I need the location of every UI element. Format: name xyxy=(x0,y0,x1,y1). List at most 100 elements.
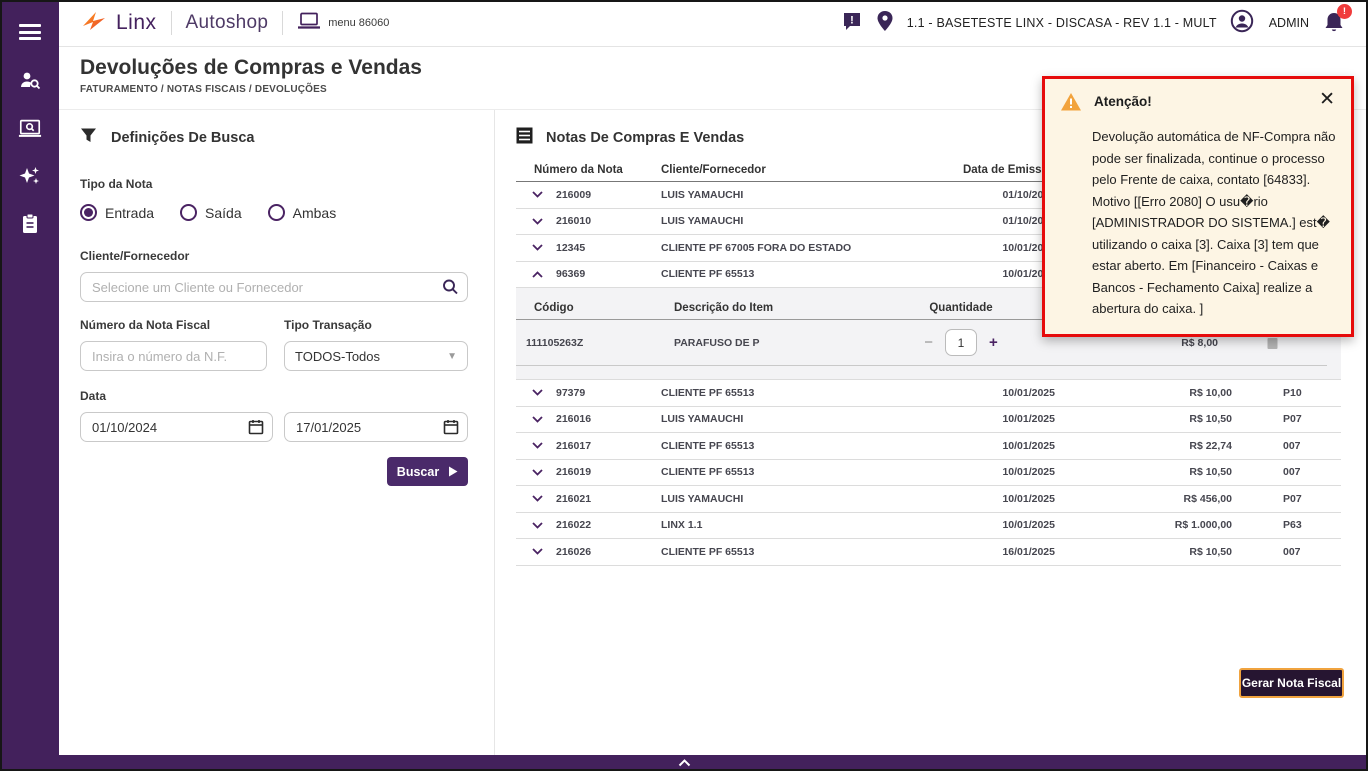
laptop-icon xyxy=(297,11,321,36)
numero-nf-input[interactable] xyxy=(80,341,267,371)
item-codigo: 111105263Z xyxy=(526,336,584,349)
nota-valor: R$ 10,50 xyxy=(1189,545,1232,558)
nota-valor: R$ 10,50 xyxy=(1189,413,1232,426)
sparkles-icon[interactable] xyxy=(18,164,42,188)
chat-alert-icon[interactable]: ! xyxy=(841,10,863,37)
nota-data-emissao: 10/01/2025 xyxy=(1002,492,1055,505)
play-icon xyxy=(449,466,458,477)
nota-serie: P07 xyxy=(1283,492,1302,505)
chevron-down-icon[interactable] xyxy=(532,495,543,503)
tipo-transacao-select[interactable]: TODOS-Todos ▼ xyxy=(284,341,468,371)
header-data-emissao: Data de Emissão xyxy=(962,164,1055,176)
panel-divider xyxy=(494,110,495,755)
chevron-down-icon[interactable] xyxy=(532,442,543,450)
list-icon xyxy=(516,127,533,149)
nota-data-emissao: 10/01/2025 xyxy=(1002,466,1055,479)
bottom-bar[interactable] xyxy=(0,755,1368,771)
radio-saida-circle[interactable] xyxy=(180,204,198,221)
nota-numero: 216022 xyxy=(556,519,592,532)
nota-numero: 216009 xyxy=(556,188,592,201)
nota-data-emissao: 10/01/2025 xyxy=(1002,413,1055,426)
chevron-down-icon[interactable] xyxy=(532,191,543,199)
warning-alert: Atenção! ✕ Devolução automática de NF-Co… xyxy=(1042,76,1354,337)
chevron-down-icon[interactable] xyxy=(532,218,543,225)
nota-numero: 216016 xyxy=(556,413,592,426)
table-row[interactable]: 97379 CLIENTE PF 65513 10/01/2025 R$ 10,… xyxy=(516,380,1341,407)
nota-data-emissao: 10/01/2025 xyxy=(1002,268,1055,281)
table-row[interactable]: 216017 CLIENTE PF 65513 10/01/2025 R$ 22… xyxy=(516,433,1341,460)
nota-valor: R$ 1.000,00 xyxy=(1174,519,1232,532)
calendar-icon[interactable] xyxy=(443,419,459,435)
chevron-down-icon[interactable] xyxy=(532,548,543,556)
filter-funnel-icon xyxy=(80,127,97,149)
nota-data-emissao: 01/10/2024 xyxy=(1002,215,1055,228)
chevron-up-icon[interactable] xyxy=(678,759,691,767)
screen-search-icon[interactable] xyxy=(18,116,42,140)
quantity-increase-button[interactable]: + xyxy=(989,334,998,351)
nota-cliente: LUIS YAMAUCHI xyxy=(661,188,744,201)
nota-cliente: CLIENTE PF 65513 xyxy=(661,466,755,479)
radio-entrada[interactable]: Entrada xyxy=(80,204,154,221)
table-row[interactable]: 216019 CLIENTE PF 65513 10/01/2025 R$ 10… xyxy=(516,460,1341,486)
search-icon[interactable] xyxy=(442,279,459,296)
location-pin-icon[interactable] xyxy=(876,10,894,37)
radio-entrada-circle[interactable] xyxy=(80,204,97,221)
bell-icon[interactable]: ! xyxy=(1322,4,1352,36)
user-avatar-icon[interactable] xyxy=(1230,9,1254,38)
radio-ambas-label: Ambas xyxy=(292,204,337,221)
table-row[interactable]: 216021 LUIS YAMAUCHI 10/01/2025 R$ 456,0… xyxy=(516,486,1341,513)
nota-numero: 216019 xyxy=(556,466,592,479)
gerar-nota-fiscal-button[interactable]: Gerar Nota Fiscal xyxy=(1239,668,1344,698)
header-numero: Número da Nota xyxy=(534,164,623,176)
header-descricao: Descrição do Item xyxy=(656,288,906,320)
date-to-input[interactable] xyxy=(284,412,468,442)
table-row[interactable]: 216022 LINX 1.1 10/01/2025 R$ 1.000,00 P… xyxy=(516,513,1341,539)
chevron-up-icon[interactable] xyxy=(532,270,543,278)
cliente-fornecedor-input[interactable] xyxy=(80,272,468,302)
hamburger-menu-icon[interactable] xyxy=(18,20,42,44)
radio-ambas[interactable]: Ambas xyxy=(267,204,337,221)
topbar: Linx Autoshop menu 86060 ! 1.1 - BASETES… xyxy=(59,0,1368,47)
divider xyxy=(170,11,172,35)
clipboard-icon[interactable] xyxy=(18,212,42,236)
nota-serie: P63 xyxy=(1283,519,1302,532)
table-row[interactable]: 216026 CLIENTE PF 65513 16/01/2025 R$ 10… xyxy=(516,539,1341,566)
nota-numero: 12345 xyxy=(556,241,586,254)
chevron-down-icon[interactable] xyxy=(532,416,543,423)
sidebar xyxy=(0,0,59,771)
nota-data-emissao: 10/01/2025 xyxy=(1002,386,1055,399)
chevron-down-icon[interactable] xyxy=(532,469,543,476)
radio-saida[interactable]: Saída xyxy=(180,204,242,221)
nota-data-emissao: 01/10/2024 xyxy=(1002,188,1055,201)
header-quantidade: Quantidade xyxy=(906,288,1016,320)
nota-cliente: CLIENTE PF 65513 xyxy=(661,386,755,399)
nota-numero: 96369 xyxy=(556,268,586,281)
nota-serie: 007 xyxy=(1283,439,1301,452)
quantity-input[interactable] xyxy=(945,329,977,356)
nota-serie: 007 xyxy=(1283,545,1301,558)
nota-valor: R$ 10,50 xyxy=(1189,466,1232,479)
radio-entrada-label: Entrada xyxy=(105,204,155,221)
divider xyxy=(282,11,284,35)
radio-ambas-circle[interactable] xyxy=(267,204,285,221)
tipo-da-nota-radios: Entrada Saída Ambas xyxy=(80,204,468,221)
nota-cliente: LUIS YAMAUCHI xyxy=(661,215,744,228)
chevron-down-icon[interactable] xyxy=(532,244,543,252)
chevron-down-icon[interactable] xyxy=(532,522,543,529)
header-cliente: Cliente/Fornecedor xyxy=(661,164,766,176)
table-row[interactable]: 216016 LUIS YAMAUCHI 10/01/2025 R$ 10,50… xyxy=(516,407,1341,433)
nota-data-emissao: 10/01/2025 xyxy=(1002,519,1055,532)
nota-serie: 007 xyxy=(1283,466,1301,479)
quantity-decrease-button[interactable]: − xyxy=(924,334,933,351)
calendar-icon[interactable] xyxy=(248,419,264,435)
user-name-label: ADMIN xyxy=(1268,16,1309,30)
nota-data-emissao: 16/01/2025 xyxy=(1002,545,1055,558)
buscar-button[interactable]: Buscar xyxy=(387,457,468,486)
chevron-down-icon[interactable] xyxy=(532,389,543,397)
nota-cliente: CLIENTE PF 65513 xyxy=(661,268,755,281)
date-from-input[interactable] xyxy=(80,412,273,442)
user-search-icon[interactable] xyxy=(18,68,42,92)
search-panel: Definições De Busca Tipo da Nota Entrada… xyxy=(80,127,468,486)
tipo-transacao-label: Tipo Transação xyxy=(284,318,372,332)
close-icon[interactable]: ✕ xyxy=(1319,90,1335,109)
